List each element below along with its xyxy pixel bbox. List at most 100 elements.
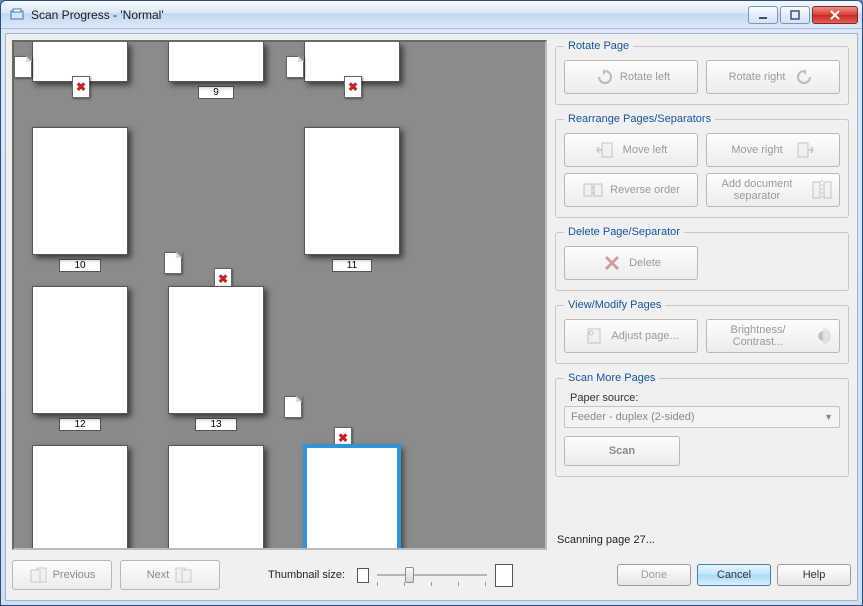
rotate-group: Rotate Page Rotate left Rotate right <box>555 40 849 105</box>
reverse-order-button[interactable]: Reverse order <box>564 173 698 207</box>
reverse-icon <box>582 179 604 201</box>
page-thumb-selected[interactable] <box>304 445 400 548</box>
page-thumb[interactable] <box>168 445 264 548</box>
move-right-icon <box>793 139 815 161</box>
scan-status: Scanning page 27... <box>555 526 849 550</box>
app-icon <box>9 7 25 23</box>
thumb-cell[interactable]: ✖ <box>304 303 400 431</box>
cancel-button[interactable]: Cancel <box>697 564 771 586</box>
thumbnail-panel[interactable]: ✖ 9 ✖ <box>12 40 547 550</box>
thumb-cell[interactable]: 13 <box>168 286 264 431</box>
thumbnail-size-control <box>357 564 513 587</box>
add-separator-icon <box>811 179 833 201</box>
move-right-button[interactable]: Move right <box>706 133 840 167</box>
rotate-legend: Rotate Page <box>564 40 633 52</box>
move-left-button[interactable]: Move left <box>564 133 698 167</box>
move-left-icon <box>595 139 617 161</box>
reverse-label: Reverse order <box>610 184 680 196</box>
adjust-label: Adjust page... <box>611 330 678 342</box>
rotate-left-button[interactable]: Rotate left <box>564 60 698 94</box>
done-label: Done <box>641 569 667 581</box>
side-panel: Rotate Page Rotate left Rotate right Re <box>553 40 851 550</box>
page-number: 9 <box>198 86 234 99</box>
adjust-icon <box>583 325 605 347</box>
page-number: 10 <box>59 259 100 272</box>
small-page-icon <box>357 568 369 583</box>
error-icon: ✖ <box>72 76 90 98</box>
thumb-cell[interactable]: 15 <box>168 445 264 548</box>
brightness-button[interactable]: Brightness/ Contrast... <box>706 319 840 353</box>
page-thumb[interactable] <box>32 286 128 414</box>
thumb-cell[interactable]: 10 <box>32 127 128 272</box>
rearrange-legend: Rearrange Pages/Separators <box>564 113 715 125</box>
client-area: ✖ 9 ✖ <box>5 33 858 601</box>
window-controls <box>748 6 858 24</box>
window-title: Scan Progress - 'Normal' <box>31 8 748 22</box>
adjust-page-button[interactable]: Adjust page... <box>564 319 698 353</box>
help-label: Help <box>803 569 826 581</box>
page-number: 12 <box>59 418 100 431</box>
next-icon <box>175 567 193 583</box>
window: Scan Progress - 'Normal' ✖ <box>0 0 863 606</box>
move-right-label: Move right <box>731 144 782 156</box>
move-left-label: Move left <box>623 144 668 156</box>
brightness-label: Brightness/ Contrast... <box>713 324 803 348</box>
thumb-cell[interactable]: ✖ <box>168 144 264 272</box>
rotate-right-label: Rotate right <box>729 71 786 83</box>
page-thumb[interactable] <box>168 42 264 82</box>
thumb-cell[interactable]: 11 <box>304 127 400 272</box>
page-thumb[interactable] <box>32 127 128 255</box>
thumb-cell[interactable]: 14 <box>32 445 128 548</box>
main-row: ✖ 9 ✖ <box>12 40 851 550</box>
slider-thumb[interactable] <box>405 567 414 583</box>
delete-label: Delete <box>629 257 661 269</box>
document-icon <box>286 56 304 78</box>
maximize-button[interactable] <box>780 6 810 24</box>
close-button[interactable] <box>812 6 858 24</box>
thumb-cell[interactable]: 16 <box>304 445 400 548</box>
thumb-cell[interactable]: 9 <box>168 42 264 99</box>
rearrange-group: Rearrange Pages/Separators Move left Mov… <box>555 113 849 218</box>
scan-label: Scan <box>609 445 635 457</box>
done-button[interactable]: Done <box>617 564 691 586</box>
document-icon <box>284 396 302 418</box>
page-thumb[interactable] <box>168 286 264 414</box>
delete-legend: Delete Page/Separator <box>564 226 684 238</box>
cancel-label: Cancel <box>717 569 751 581</box>
paper-source-combo[interactable]: Feeder - duplex (2-sided) ▼ <box>564 406 840 428</box>
thumb-cell[interactable]: ✖ <box>32 42 128 86</box>
scanmore-legend: Scan More Pages <box>564 372 659 384</box>
paper-source-label: Paper source: <box>570 392 840 404</box>
delete-button[interactable]: Delete <box>564 246 698 280</box>
page-thumb[interactable] <box>32 445 128 548</box>
rotate-right-button[interactable]: Rotate right <box>706 60 840 94</box>
thumbnail-size-slider[interactable] <box>377 566 487 584</box>
thumbnail-scroll: ✖ 9 ✖ <box>14 42 545 548</box>
error-icon: ✖ <box>344 76 362 98</box>
next-label: Next <box>147 569 170 581</box>
chevron-down-icon: ▼ <box>824 412 833 422</box>
titlebar: Scan Progress - 'Normal' <box>1 1 862 29</box>
delete-group: Delete Page/Separator Delete <box>555 226 849 291</box>
previous-button[interactable]: Previous <box>12 560 112 590</box>
minimize-button[interactable] <box>748 6 778 24</box>
thumb-cell[interactable]: ✖ <box>304 42 400 86</box>
page-number: 13 <box>195 418 236 431</box>
previous-label: Previous <box>53 569 96 581</box>
large-page-icon <box>495 564 513 587</box>
rotate-left-icon <box>592 66 614 88</box>
page-number: 11 <box>332 259 372 272</box>
rotate-right-icon <box>795 66 817 88</box>
brightness-icon <box>813 325 833 347</box>
viewmod-group: View/Modify Pages Adjust page... Brightn… <box>555 299 849 364</box>
next-button[interactable]: Next <box>120 560 220 590</box>
add-separator-label: Add document separator <box>713 178 801 202</box>
thumb-cell[interactable]: 12 <box>32 286 128 431</box>
scan-button[interactable]: Scan <box>564 436 680 466</box>
dialog-buttons: Done Cancel Help <box>617 564 851 586</box>
delete-icon <box>601 252 623 274</box>
add-separator-button[interactable]: Add document separator <box>706 173 840 207</box>
page-thumb[interactable] <box>304 127 400 255</box>
help-button[interactable]: Help <box>777 564 851 586</box>
bottom-bar: Previous Next Thumbnail size: <box>12 556 851 594</box>
